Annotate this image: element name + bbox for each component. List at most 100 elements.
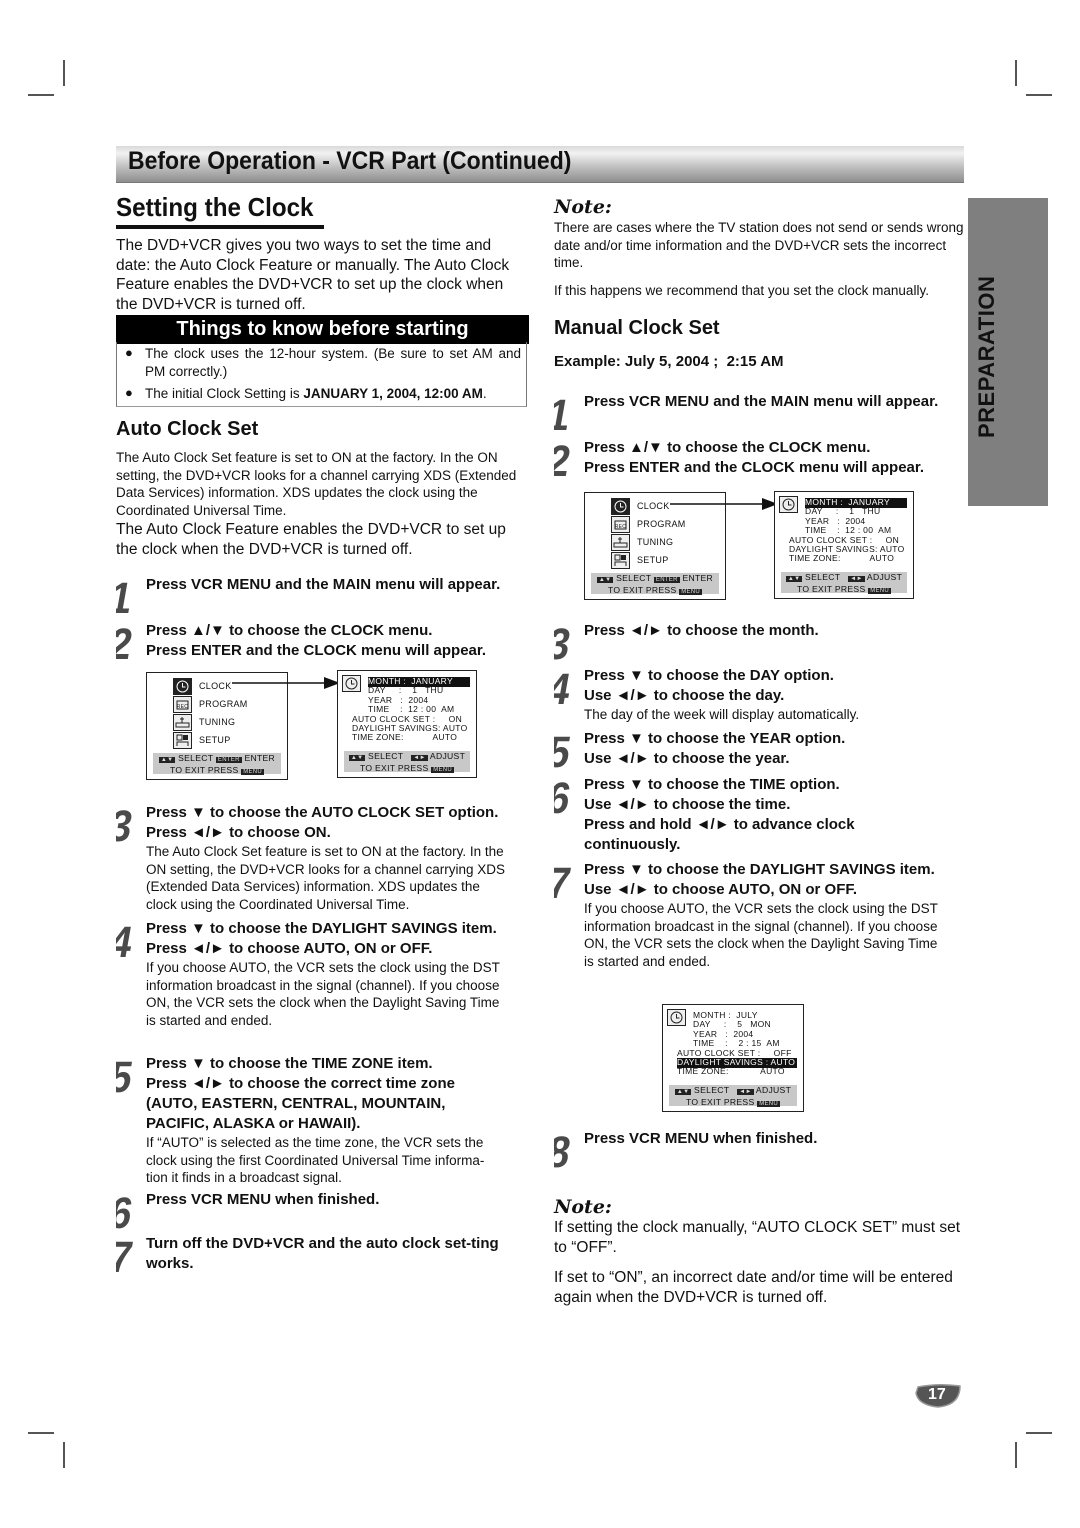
step-description: If you choose AUTO, the VCR sets the clo… <box>584 901 938 969</box>
program-icon: REC <box>611 516 630 533</box>
step-instruction: Use ◄/► to choose the year. <box>584 750 790 767</box>
bullet-text-bold: JANUARY 1, 2004, 12:00 AM <box>303 386 483 401</box>
leftright-key-icon: ◄► <box>848 576 865 582</box>
step-instruction: Press ▼ to choose the AUTO CLOCK SET opt… <box>146 804 499 821</box>
footer-text: ADJUST <box>866 572 903 582</box>
clock-icon <box>342 675 361 692</box>
step-instruction: Use ◄/► to choose AUTO, ON or OFF. <box>584 881 858 898</box>
osd-footer: ▲▼ SELECT ◄► ADJUST TO EXIT PRESS MENU <box>669 1085 797 1107</box>
chapter-tab: PREPARATION <box>968 198 1048 506</box>
osd-footer: ▲▼ SELECT ◄► ADJUST TO EXIT PRESS MENU <box>781 572 907 594</box>
step-number: 8 <box>544 1128 580 1177</box>
step-number: 7 <box>106 1233 142 1282</box>
svg-text:1: 1 <box>116 575 136 617</box>
note-text: If set to “ON”, an incorrect date and/or… <box>554 1269 953 1306</box>
step-instruction: Press ◄/► to choose the month. <box>584 622 819 639</box>
menu-item-program[interactable]: PROGRAM <box>199 699 248 709</box>
svg-text:7: 7 <box>554 860 574 902</box>
step-number: 7 <box>544 859 580 908</box>
page-number: 17 <box>928 1386 946 1403</box>
menu-key-icon: MENU <box>679 589 703 595</box>
menu-item-tuning[interactable]: TUNING <box>199 717 235 727</box>
clock-icon <box>779 496 798 513</box>
intro-paragraph: The DVD+VCR gives you two ways to set th… <box>116 237 510 313</box>
step-item: 5 Press ▼ to choose the TIME ZONE item. Pr… <box>106 1053 506 1187</box>
footer-text: SELECT <box>368 751 404 761</box>
step-instruction: Press ENTER and the CLOCK menu will appe… <box>584 459 925 476</box>
auto-clock-heading: Auto Clock Set <box>116 418 259 440</box>
step-number: 3 <box>106 802 142 851</box>
svg-text:8: 8 <box>554 1129 574 1171</box>
bullet-icon: ● <box>125 345 133 360</box>
step-instruction: Press VCR MENU when finished. <box>146 1191 380 1208</box>
step-item: 1 Press VCR MENU and the MAIN menu will a… <box>106 574 506 623</box>
svg-text:5: 5 <box>554 729 574 771</box>
step-number: 4 <box>106 918 142 967</box>
page-number-badge: 17 <box>914 1383 962 1409</box>
svg-text:2: 2 <box>554 438 574 480</box>
step-item: 6 Press VCR MENU when finished. <box>106 1189 506 1238</box>
step-number: 1 <box>544 391 580 440</box>
step-item: 2 Press ▲/▼ to choose the CLOCK menu. Pres… <box>106 620 506 669</box>
title-underline <box>116 225 324 229</box>
updown-key-icon: ▲▼ <box>348 755 366 761</box>
clock-setting-row[interactable]: TIME ZONE: AUTO <box>352 733 457 743</box>
crop-mark <box>28 1432 54 1434</box>
svg-text:4: 4 <box>554 666 574 708</box>
step-number: 2 <box>106 620 142 669</box>
step-description: The day of the week will display automat… <box>584 707 860 722</box>
osd-footer: ▲▼ SELECT ENTER ENTER TO EXIT PRESS MENU <box>591 573 719 595</box>
step-instruction: Use ◄/► to choose the time. <box>584 796 791 813</box>
step-instruction: Turn off the DVD+VCR and the auto clock … <box>146 1235 499 1272</box>
auto-clock-para: The Auto Clock Set feature is set to ON … <box>116 450 517 518</box>
step-instruction: Press ▼ to choose the YEAR option. <box>584 730 846 747</box>
step-number: 2 <box>544 437 580 486</box>
clock-setting-row[interactable]: TIME ZONE: AUTO <box>677 1067 785 1077</box>
svg-text:3: 3 <box>116 803 136 845</box>
menu-item-program[interactable]: PROGRAM <box>637 519 686 529</box>
step-item: 4 Press ▼ to choose the DAYLIGHT SAVINGS … <box>106 918 506 1029</box>
step-instruction: Press ▼ to choose the TIME ZONE item. <box>146 1055 433 1072</box>
menu-key-icon: MENU <box>757 1101 781 1107</box>
footer-text: SELECT <box>805 572 841 582</box>
note-title: Note: <box>554 196 612 218</box>
step-number: 6 <box>544 774 580 823</box>
osd-clock-menu: MONTH : JANUARY DAY : 1 THU YEAR : 2004 TIM… <box>337 670 477 778</box>
step-item: 7 Press ▼ to choose the DAYLIGHT SAVINGS … <box>544 859 944 970</box>
crop-mark <box>1015 1442 1017 1468</box>
step-item: 2 Press ▲/▼ to choose the CLOCK menu. Pres… <box>544 437 944 486</box>
menu-item-clock[interactable]: CLOCK <box>637 501 670 511</box>
crop-mark <box>63 60 65 86</box>
leftright-key-icon: ◄► <box>411 755 428 761</box>
step-instruction: Press ◄/► to choose the correct time zon… <box>146 1075 455 1132</box>
manual-clock-heading: Manual Clock Set <box>554 317 720 339</box>
step-item: 7 Turn off the DVD+VCR and the auto clock… <box>106 1233 506 1282</box>
osd-clock-menu-example: MONTH : JULY DAY : 5 MON YEAR : 2004 TIME :… <box>662 1004 804 1112</box>
menu-item-setup[interactable]: SETUP <box>637 555 669 565</box>
chapter-tab-label: PREPARATION <box>974 275 999 438</box>
setup-icon <box>173 732 192 749</box>
footer-text: ENTER <box>244 753 276 763</box>
svg-text:5: 5 <box>116 1054 136 1096</box>
footer-text: ADJUST <box>429 751 466 761</box>
step-number: 6 <box>106 1189 142 1238</box>
crop-mark <box>1026 94 1052 96</box>
footer-text: TO EXIT PRESS <box>359 763 429 773</box>
menu-item-setup[interactable]: SETUP <box>199 735 231 745</box>
step-number: 3 <box>544 620 580 669</box>
leftright-key-icon: ◄► <box>737 1089 754 1095</box>
step-instruction: Press ▼ to choose the TIME option. <box>584 776 840 793</box>
enter-key-icon: ENTER <box>215 757 242 763</box>
step-description: If “AUTO” is selected as the time zone, … <box>146 1135 485 1185</box>
page-title: Setting the Clock <box>116 192 314 222</box>
clock-icon <box>173 678 192 695</box>
menu-item-clock[interactable]: CLOCK <box>199 681 232 691</box>
footer-text: TO EXIT PRESS <box>607 585 677 595</box>
bullet-text: The initial Clock Setting is JANUARY 1, … <box>145 385 521 403</box>
menu-item-tuning[interactable]: TUNING <box>637 537 673 547</box>
step-instruction: Press ▼ to choose the DAY option. <box>584 667 834 684</box>
step-instruction: Press ◄/► to choose ON. <box>146 824 331 841</box>
clock-setting-row[interactable]: TIME ZONE: AUTO <box>789 554 894 564</box>
step-instruction: Press ▼ to choose the DAYLIGHT SAVINGS i… <box>146 920 497 937</box>
note-text: If this happens we recommend that you se… <box>554 283 929 298</box>
